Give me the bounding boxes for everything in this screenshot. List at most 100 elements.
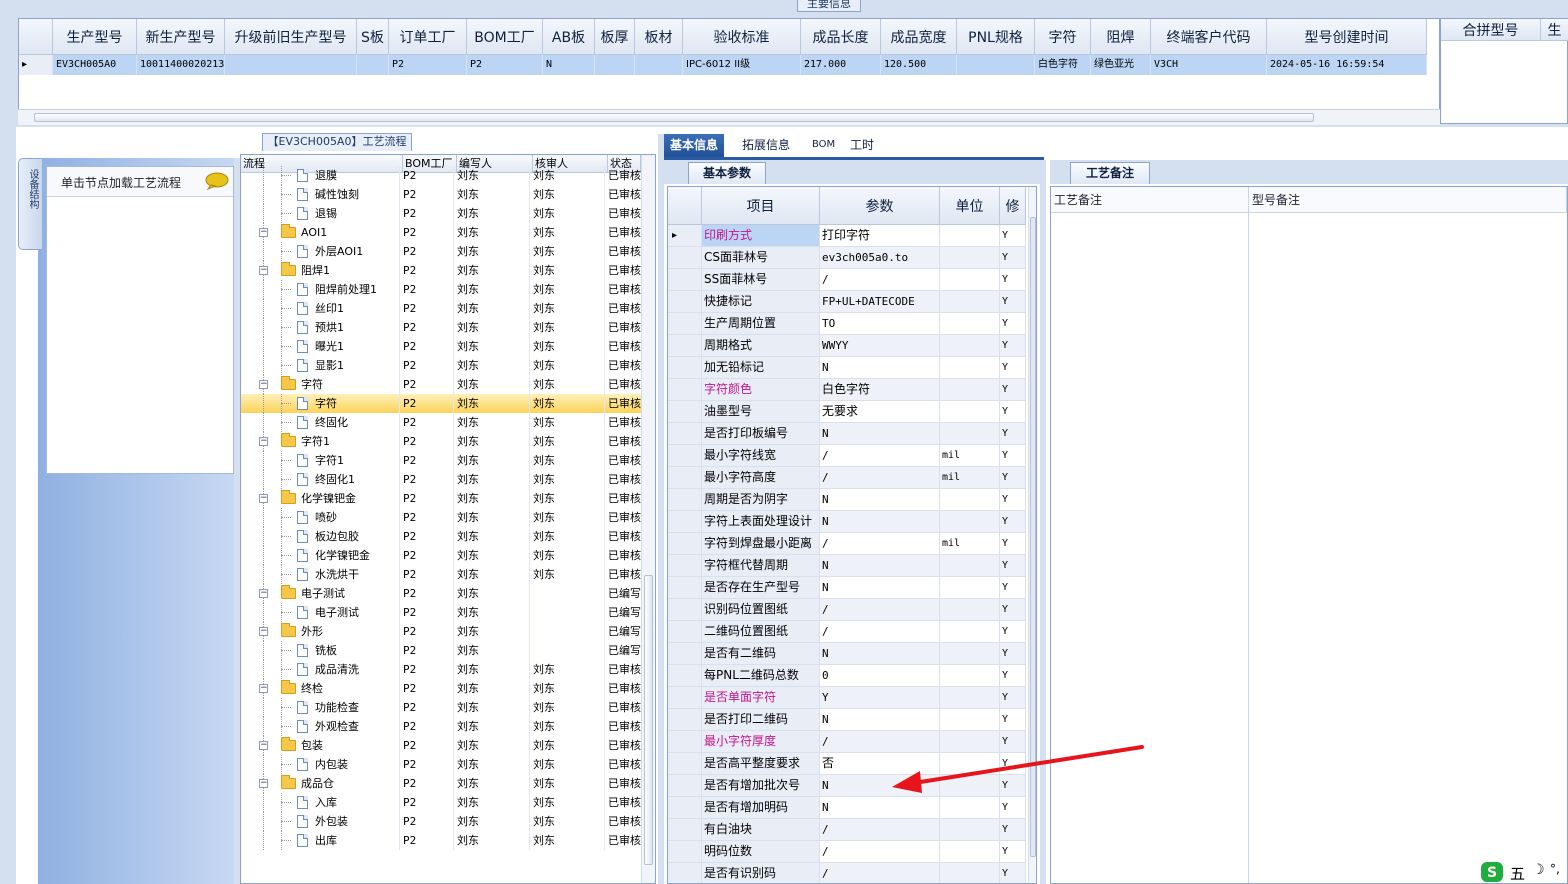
param-row[interactable]: 油墨型号 无要求 Y [668,401,1026,423]
param-row[interactable]: 是否单面字符 Y Y [668,687,1026,709]
row-selector[interactable] [668,269,702,291]
main-col-header[interactable]: 成品宽度 [881,19,957,55]
tree-vscrollbar[interactable] [641,155,655,883]
param-mod-cell[interactable]: Y [1000,819,1026,841]
main-col-header[interactable]: 型号创建时间 [1267,19,1427,55]
param-mod-cell[interactable]: Y [1000,401,1026,423]
tree-node-row[interactable]: 退锡 P2 刘东 刘东 已审核 [241,204,641,223]
param-value-cell[interactable]: N [820,709,940,731]
param-mod-cell[interactable]: Y [1000,269,1026,291]
tree-node-row[interactable]: 内包装 P2 刘东 刘东 已审核 [241,755,641,774]
tab-extended-info[interactable]: 拓展信息 [736,134,796,158]
tree-node-row[interactable]: 外层AOI1 P2 刘东 刘东 已审核 [241,242,641,261]
param-value-cell[interactable]: / [820,621,940,643]
param-unit-cell[interactable] [940,797,1000,819]
param-mod-cell[interactable]: Y [1000,533,1026,555]
row-selector[interactable] [668,423,702,445]
tree-node-row[interactable]: 铣板 P2 刘东 已编写 [241,641,641,660]
param-row[interactable]: ▸ 印刷方式 打印字符 Y [668,225,1026,247]
main-col-header[interactable]: 板厚 [595,19,635,55]
collapse-toggle-icon[interactable]: − [259,266,268,275]
param-row[interactable]: 是否有增加明码 N Y [668,797,1026,819]
main-cell[interactable]: P2 [389,55,467,75]
main-col-header[interactable]: 板材 [635,19,683,55]
param-mod-cell[interactable]: Y [1000,445,1026,467]
param-col-unit[interactable]: 单位 [940,187,1000,225]
param-value-cell[interactable]: / [820,533,940,555]
tree-node-row[interactable]: 喷砂 P2 刘东 刘东 已审核 [241,508,641,527]
param-value-cell[interactable]: / [820,841,940,863]
param-mod-cell[interactable]: Y [1000,687,1026,709]
tree-node-row[interactable]: 外包装 P2 刘东 刘东 已审核 [241,812,641,831]
param-value-cell[interactable]: N [820,643,940,665]
param-unit-cell[interactable] [940,687,1000,709]
param-value-cell[interactable]: 打印字符 [820,225,940,247]
param-mod-cell[interactable]: Y [1000,489,1026,511]
param-row[interactable]: 字符颜色 白色字符 Y [668,379,1026,401]
param-row[interactable]: 字符上表面处理设计 N Y [668,511,1026,533]
tree-node-row[interactable]: 水洗烘干 P2 刘东 刘东 已审核 [241,565,641,584]
param-row[interactable]: 周期格式 WWYY Y [668,335,1026,357]
row-selector[interactable] [668,841,702,863]
main-cell[interactable]: N [543,55,595,75]
param-value-cell[interactable]: 0 [820,665,940,687]
param-unit-cell[interactable] [940,665,1000,687]
tab-process-remarks[interactable]: 工艺备注 [1070,162,1150,184]
main-col-header[interactable]: 升级前旧生产型号 [225,19,357,55]
tree-node-row[interactable]: 预烘1 P2 刘东 刘东 已审核 [241,318,641,337]
row-selector[interactable] [668,577,702,599]
main-col-header[interactable]: 字符 [1035,19,1091,55]
row-selector[interactable] [668,489,702,511]
main-cell[interactable] [957,55,1035,75]
param-value-cell[interactable]: ev3ch005a0.to [820,247,940,269]
param-value-cell[interactable]: N [820,797,940,819]
row-selector[interactable] [668,731,702,753]
tree-node-row[interactable]: 阻焊前处理1 P2 刘东 刘东 已审核 [241,280,641,299]
param-value-cell[interactable]: / [820,819,940,841]
param-value-cell[interactable]: FP+UL+DATECODE [820,291,940,313]
tree-node-row[interactable]: 板边包胶 P2 刘东 刘东 已审核 [241,527,641,546]
main-col-header[interactable]: S板 [357,19,389,55]
tree-node-row[interactable]: 终固化1 P2 刘东 刘东 已审核 [241,470,641,489]
tab-bom[interactable]: BOM [806,134,841,158]
main-col-header[interactable]: 阻焊 [1091,19,1151,55]
tree-node-row[interactable]: 显影1 P2 刘东 刘东 已审核 [241,356,641,375]
tree-node-row[interactable]: 字符1 P2 刘东 刘东 已审核 [241,451,641,470]
param-unit-cell[interactable]: mil [940,445,1000,467]
param-mod-cell[interactable]: Y [1000,841,1026,863]
tree-node-row[interactable]: 字符 P2 刘东 刘东 已审核 [241,394,641,413]
param-unit-cell[interactable] [940,423,1000,445]
row-selector[interactable] [668,819,702,841]
param-mod-cell[interactable]: Y [1000,423,1026,445]
side-tab-equipment[interactable]: 设备结构 [18,158,42,250]
tree-node-row[interactable]: 碱性蚀刻 P2 刘东 刘东 已审核 [241,185,641,204]
param-value-cell[interactable]: / [820,467,940,489]
param-unit-cell[interactable] [940,709,1000,731]
param-unit-cell[interactable] [940,511,1000,533]
main-cell[interactable]: IPC-6012 II级 [683,55,801,75]
param-value-cell[interactable]: / [820,599,940,621]
main-grid-row[interactable]: ▸ EV3CH005A0 10011400020213 P2 P2 N IPC-6012 I… [19,55,1427,75]
collapse-toggle-icon[interactable]: − [259,589,268,598]
tree-node-row[interactable]: 功能检查 P2 刘东 刘东 已审核 [241,698,641,717]
param-mod-cell[interactable]: Y [1000,863,1026,883]
param-value-cell[interactable]: 白色字符 [820,379,940,401]
param-row[interactable]: 生产周期位置 TO Y [668,313,1026,335]
param-row[interactable]: 是否有二维码 N Y [668,643,1026,665]
param-unit-cell[interactable] [940,863,1000,883]
main-col-header[interactable]: 订单工厂 [389,19,467,55]
param-mod-cell[interactable]: Y [1000,643,1026,665]
param-value-cell[interactable]: N [820,357,940,379]
collapse-toggle-icon[interactable]: − [259,494,268,503]
tree-vscroll-thumb[interactable] [644,575,653,865]
param-row[interactable]: 二维码位置图纸 / Y [668,621,1026,643]
main-cell[interactable]: 白色字符 [1035,55,1091,75]
grid-corner[interactable] [19,19,53,55]
param-unit-cell[interactable] [940,269,1000,291]
row-selector[interactable] [668,247,702,269]
param-mod-cell[interactable]: Y [1000,225,1026,247]
param-value-cell[interactable]: / [820,863,940,883]
param-col-value[interactable]: 参数 [820,187,940,225]
param-unit-cell[interactable] [940,621,1000,643]
row-selector[interactable] [668,511,702,533]
